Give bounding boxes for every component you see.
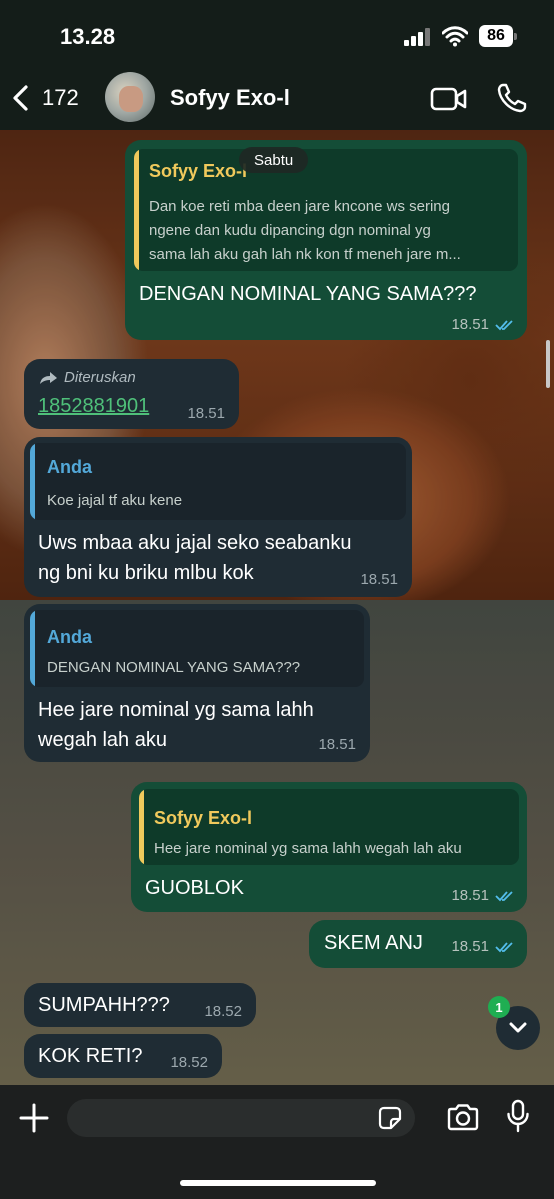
message-text: SUMPAHH??? xyxy=(38,994,170,1016)
quote-author: Anda xyxy=(47,457,92,477)
quote-line: Hee jare nominal yg sama lahh wegah lah … xyxy=(154,840,462,857)
quoted-message[interactable]: Sofyy Exo-l Hee jare nominal yg sama lah… xyxy=(139,789,519,865)
quote-line: sama lah aku gah lah nk kon tf meneh jar… xyxy=(149,246,461,263)
message-text: SKEM ANJ xyxy=(324,932,423,954)
message-time: 18.51 xyxy=(187,405,225,422)
message-meta: 18.51 xyxy=(318,736,356,753)
message-time: 18.52 xyxy=(170,1054,208,1071)
home-indicator xyxy=(180,1180,376,1186)
message-text: KOK RETI? xyxy=(38,1045,143,1067)
quote-author: Anda xyxy=(47,627,92,647)
signal-icon xyxy=(404,28,430,46)
message-bubble-incoming[interactable]: KOK RETI? 18.52 xyxy=(24,1034,222,1078)
phone-icon[interactable] xyxy=(496,82,528,114)
chevron-left-icon xyxy=(13,85,28,111)
unread-badge: 1 xyxy=(488,996,510,1018)
message-time: 18.51 xyxy=(451,887,489,904)
quote-author: Sofyy Exo-l xyxy=(154,808,253,828)
microphone-icon[interactable] xyxy=(506,1099,530,1133)
quote-line: Dan koe reti mba deen jare kncone ws ser… xyxy=(149,198,450,215)
message-time: 18.51 xyxy=(360,571,398,588)
chevron-down-icon xyxy=(509,1022,527,1033)
message-text: DENGAN NOMINAL YANG SAMA??? xyxy=(139,283,477,305)
message-time: 18.51 xyxy=(451,938,489,955)
message-text: wegah lah aku xyxy=(38,729,167,751)
message-meta: 18.51 xyxy=(451,887,515,904)
wifi-icon xyxy=(442,26,468,47)
contact-name[interactable]: Sofyy Exo-l xyxy=(170,85,290,111)
message-bubble-incoming[interactable]: Anda Koe jajal tf aku kene Uws mbaa aku … xyxy=(24,437,412,597)
message-text: GUOBLOK xyxy=(145,877,244,899)
message-meta: 18.52 xyxy=(204,1003,242,1020)
sticker-icon[interactable] xyxy=(377,1105,403,1131)
read-ticks-icon xyxy=(495,319,513,330)
composer-bar xyxy=(0,1085,554,1199)
message-bubble-outgoing[interactable]: SKEM ANJ 18.51 xyxy=(309,920,527,968)
message-meta: 18.51 xyxy=(187,405,225,422)
forwarded-label: Diteruskan xyxy=(38,369,136,386)
message-link[interactable]: 1852881901 xyxy=(38,395,149,418)
date-separator: Sabtu xyxy=(239,147,309,173)
quoted-message[interactable]: Sofyy Exo-l Dan koe reti mba deen jare k… xyxy=(134,149,518,271)
read-ticks-icon xyxy=(495,941,513,952)
message-bubble-incoming[interactable]: Anda DENGAN NOMINAL YANG SAMA??? Hee jar… xyxy=(24,604,370,762)
message-text: Hee jare nominal yg sama lahh xyxy=(38,699,314,721)
message-meta: 18.51 xyxy=(451,316,515,333)
read-ticks-icon xyxy=(495,890,513,901)
forward-arrow-icon xyxy=(40,371,57,384)
message-input[interactable] xyxy=(67,1099,415,1137)
message-meta: 18.52 xyxy=(170,1054,208,1071)
quote-author: Sofyy Exo-l xyxy=(149,161,248,181)
battery-icon: 86 xyxy=(479,25,517,47)
avatar[interactable] xyxy=(105,72,155,122)
camera-icon[interactable] xyxy=(446,1103,480,1131)
message-bubble-incoming[interactable]: Diteruskan 1852881901 18.51 xyxy=(24,359,239,429)
message-bubble-outgoing[interactable]: Sofyy Exo-l Dan koe reti mba deen jare k… xyxy=(125,140,527,340)
quote-line: DENGAN NOMINAL YANG SAMA??? xyxy=(47,659,301,676)
quoted-message[interactable]: Anda DENGAN NOMINAL YANG SAMA??? xyxy=(30,610,364,687)
message-meta: 18.51 xyxy=(360,571,398,588)
video-call-icon[interactable] xyxy=(430,84,468,114)
message-time: 18.51 xyxy=(318,736,356,753)
back-button[interactable]: 172 xyxy=(10,80,79,116)
message-time: 18.51 xyxy=(451,316,489,333)
message-bubble-incoming[interactable]: SUMPAHH??? 18.52 xyxy=(24,983,256,1027)
message-meta: 18.51 xyxy=(451,938,515,955)
plus-icon[interactable] xyxy=(18,1102,50,1134)
quote-line: Koe jajal tf aku kene xyxy=(47,492,183,509)
quote-line: ngene dan kudu dipancing dgn nominal yg xyxy=(149,222,431,239)
message-bubble-outgoing[interactable]: Sofyy Exo-l Hee jare nominal yg sama lah… xyxy=(131,782,527,912)
status-time: 13.28 xyxy=(60,24,116,49)
message-text: Uws mbaa aku jajal seko seabanku xyxy=(38,532,352,554)
scrollbar[interactable] xyxy=(546,340,550,388)
quoted-message[interactable]: Anda Koe jajal tf aku kene xyxy=(30,443,406,520)
unread-chats-count: 172 xyxy=(42,85,79,110)
message-text: ng bni ku briku mlbu kok xyxy=(38,562,254,584)
message-time: 18.52 xyxy=(204,1003,242,1020)
status-bar: 13.28 86 xyxy=(0,0,554,70)
